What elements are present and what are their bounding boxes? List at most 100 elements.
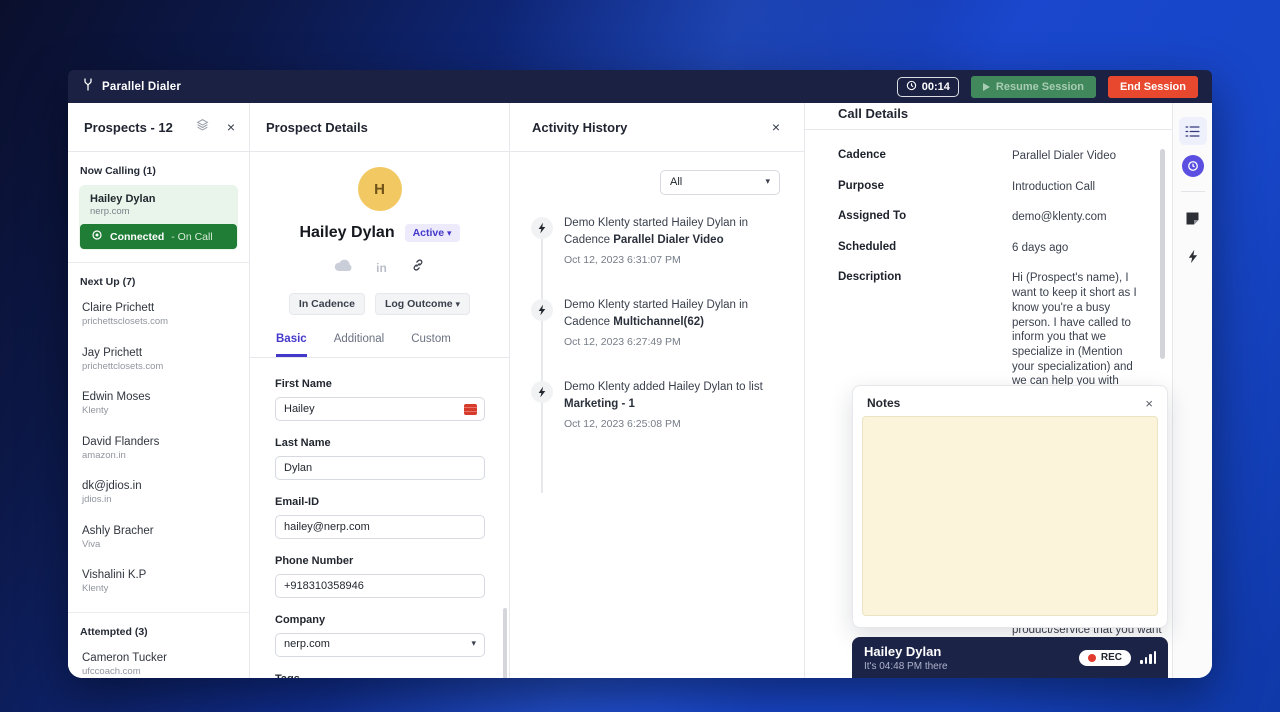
activity-filter-select[interactable]: All ▾ <box>660 170 780 195</box>
field-alert-icon <box>464 404 477 415</box>
last-name-label: Last Name <box>275 437 484 449</box>
layers-icon[interactable] <box>196 118 209 136</box>
log-outcome-button[interactable]: Log Outcome ▾ <box>375 293 470 315</box>
purpose-value: Introduction Call <box>1012 180 1142 195</box>
attempted-label: Attempted (3) <box>80 626 237 638</box>
notes-textarea[interactable] <box>862 416 1158 616</box>
cadence-label: Cadence <box>838 149 1012 164</box>
prospect-details-title: Prospect Details <box>266 120 368 135</box>
scheduled-label: Scheduled <box>838 241 1012 256</box>
record-dot-icon <box>1088 654 1096 662</box>
chevron-down-icon: ▾ <box>456 299 461 309</box>
list-item[interactable]: Jay Prichett prichettclosets.com <box>68 343 249 388</box>
call-status: Connected <box>110 231 164 243</box>
app-title: Parallel Dialer <box>102 81 181 93</box>
call-bar-local-time: It's 04:48 PM there <box>864 661 948 672</box>
avatar: H <box>358 167 402 211</box>
target-icon <box>91 229 103 244</box>
session-topbar: Parallel Dialer 00:14 Resume Session End… <box>68 70 1212 103</box>
chevron-down-icon: ▾ <box>765 176 770 189</box>
attempted-list: Cameron Tucker ufccoach.com Manny Delgad… <box>68 646 249 679</box>
linkedin-icon[interactable]: in <box>376 261 387 275</box>
current-prospect-name: Hailey Dylan <box>79 185 238 206</box>
prospect-details-panel: Prospect Details H Hailey Dylan Active ▾… <box>250 103 510 678</box>
activity-timeline: Demo Klenty started Hailey Dylan in Cade… <box>510 195 804 433</box>
tags-label: Tags <box>275 673 484 678</box>
activity-entry: Demo Klenty started Hailey Dylan in Cade… <box>510 215 804 269</box>
bolt-icon <box>531 299 553 321</box>
list-item[interactable]: Cameron Tucker ufccoach.com <box>68 648 249 679</box>
link-icon[interactable] <box>411 258 425 277</box>
resume-session-button[interactable]: Resume Session <box>971 76 1096 98</box>
company-label: Company <box>275 614 484 626</box>
activity-timestamp: Oct 12, 2023 6:31:07 PM <box>564 254 788 266</box>
phone-field[interactable] <box>275 574 485 598</box>
current-call-card[interactable]: Hailey Dylan nerp.com Connected - On Cal… <box>79 185 238 250</box>
notes-icon[interactable] <box>1179 204 1207 232</box>
quick-actions-bolt-icon[interactable] <box>1179 242 1207 270</box>
close-prospects-icon[interactable]: × <box>227 120 235 134</box>
call-status-bar: Connected - On Call <box>80 224 237 249</box>
activity-timestamp: Oct 12, 2023 6:25:08 PM <box>564 418 788 430</box>
chevron-down-icon: ▾ <box>447 228 452 238</box>
email-field[interactable] <box>275 515 485 539</box>
tab-basic[interactable]: Basic <box>276 333 307 357</box>
rail-divider <box>1181 191 1205 192</box>
cloud-icon[interactable] <box>334 259 352 277</box>
list-item[interactable]: Ashly Bracher Viva <box>68 521 249 566</box>
history-clock-icon[interactable] <box>1182 155 1204 177</box>
end-session-button[interactable]: End Session <box>1108 76 1198 98</box>
activity-history-panel: Activity History × All ▾ Demo Klenty sta… <box>510 103 805 678</box>
tab-custom[interactable]: Custom <box>411 333 451 357</box>
status-badge[interactable]: Active ▾ <box>405 224 460 242</box>
close-notes-icon[interactable]: × <box>1145 397 1153 410</box>
list-item[interactable]: Claire Prichett prichettsclosets.com <box>68 298 249 343</box>
phone-label: Phone Number <box>275 555 484 567</box>
clock-icon <box>906 80 917 94</box>
call-details-scrollbar[interactable] <box>1160 149 1165 359</box>
session-timer: 00:14 <box>897 77 959 97</box>
checklist-icon[interactable] <box>1179 117 1207 145</box>
active-call-bar[interactable]: Hailey Dylan It's 04:48 PM there REC <box>852 637 1168 678</box>
call-bar-name: Hailey Dylan <box>864 644 948 659</box>
first-name-label: First Name <box>275 378 484 390</box>
play-icon <box>983 83 990 91</box>
activity-entry: Demo Klenty added Hailey Dylan to list M… <box>510 379 804 433</box>
list-item[interactable]: dk@jdios.in jdios.in <box>68 476 249 521</box>
main-content: Prospects - 12 × Now Calling (1) Hailey … <box>68 103 1212 678</box>
prospects-title: Prospects - 12 <box>84 120 173 135</box>
company-select[interactable]: nerp.com ▾ <box>275 633 485 657</box>
purpose-label: Purpose <box>838 180 1012 195</box>
list-item[interactable]: David Flanders amazon.in <box>68 432 249 477</box>
activity-entry: Demo Klenty started Hailey Dylan in Cade… <box>510 297 804 351</box>
prospect-form: First Name Last Name Email-ID Phone Numb… <box>250 358 509 678</box>
call-details-title: Call Details <box>805 103 1172 129</box>
in-cadence-badge: In Cadence <box>289 293 365 315</box>
parallel-dialer-icon <box>82 78 94 96</box>
next-up-list: Claire Prichett prichettsclosets.com Jay… <box>68 296 249 610</box>
next-up-label: Next Up (7) <box>80 276 237 288</box>
scheduled-value: 6 days ago <box>1012 241 1142 256</box>
close-activity-icon[interactable]: × <box>772 120 780 134</box>
cadence-value: Parallel Dialer Video <box>1012 149 1142 164</box>
assigned-to-label: Assigned To <box>838 210 1012 225</box>
tab-additional[interactable]: Additional <box>334 333 385 357</box>
chevron-down-icon: ▾ <box>471 638 476 652</box>
activity-history-title: Activity History <box>532 120 627 135</box>
parallel-dialer-window: Parallel Dialer 00:14 Resume Session End… <box>68 70 1212 678</box>
first-name-field[interactable] <box>275 397 485 421</box>
right-icon-rail <box>1172 103 1212 678</box>
bolt-icon <box>531 217 553 239</box>
call-status-note: - On Call <box>171 231 212 243</box>
activity-timestamp: Oct 12, 2023 6:27:49 PM <box>564 336 788 348</box>
details-scrollbar[interactable] <box>503 608 507 678</box>
recording-badge: REC <box>1079 650 1131 666</box>
prospects-panel: Prospects - 12 × Now Calling (1) Hailey … <box>68 103 250 678</box>
notes-title: Notes <box>867 396 900 410</box>
last-name-field[interactable] <box>275 456 485 480</box>
list-item[interactable]: Vishalini K.P Klenty <box>68 565 249 610</box>
list-item[interactable]: Edwin Moses Klenty <box>68 387 249 432</box>
now-calling-label: Now Calling (1) <box>80 165 237 177</box>
prospect-name: Hailey Dylan <box>299 224 394 242</box>
notes-panel: Notes × <box>852 385 1168 628</box>
